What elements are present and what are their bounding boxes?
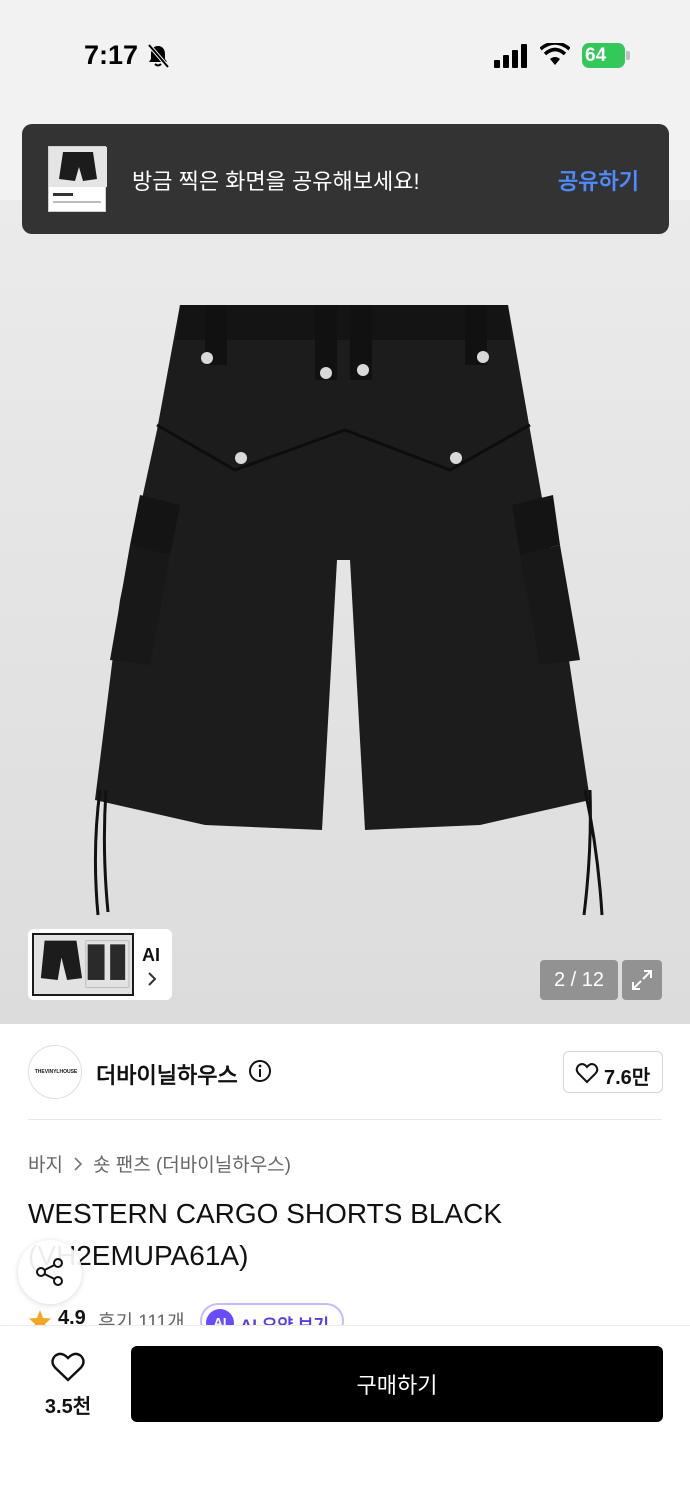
screenshot-share-toast: 방금 찍은 화면을 공유해보세요! 공유하기 [22,124,669,234]
chevron-right-icon [148,972,157,986]
breadcrumb-item-shorts[interactable]: 숏 팬츠 (더바이닐하우스) [93,1150,291,1177]
brand-name[interactable]: 더바이닐하우스 [96,1058,238,1090]
thumb-ai-label: AI [142,945,160,965]
brand-logo-text: THEVINYLHOUSE [34,1069,78,1075]
chevron-right-icon [74,1156,83,1171]
info-icon[interactable] [248,1059,272,1083]
brand-like-button[interactable]: 7.6만 [563,1051,663,1093]
breadcrumb-item-pants[interactable]: 바지 [28,1150,63,1177]
battery-indicator: 64 [582,43,630,68]
battery-cap [626,51,630,60]
status-bar: 7:17 64 [0,0,690,110]
expand-icon [632,970,652,990]
brand-like-count: 7.6만 [604,1067,651,1089]
heart-icon [575,1063,599,1084]
gallery-page-counter: 2 / 12 [540,960,618,1000]
buy-button[interactable]: 구매하기 [131,1346,663,1422]
cellular-signal-icon [494,44,527,68]
share-button[interactable] [18,1240,82,1304]
wifi-icon [540,43,570,65]
breadcrumb: 바지 숏 팬츠 (더바이닐하우스) [28,1150,291,1177]
bell-muted-icon [147,43,170,69]
ai-thumbnail-strip[interactable]: AI [28,929,172,1000]
bottom-action-bar: 3.5천 구매하기 [0,1325,690,1500]
product-gallery[interactable] [0,110,690,1024]
product-image[interactable] [0,110,690,1024]
toast-screenshot-thumbnail[interactable] [48,146,107,212]
product-title: WESTERN CARGO SHORTS BLACK (VH2EMUPA61A) [28,1198,503,1271]
wish-count: 3.5천 [44,1396,92,1418]
status-time: 7:17 [84,40,139,70]
brand-logo[interactable]: THEVINYLHOUSE [28,1045,82,1099]
toast-message: 방금 찍은 화면을 공유해보세요! [132,169,420,194]
heart-icon[interactable] [50,1351,86,1383]
gallery-thumbnail[interactable] [32,933,134,996]
divider [28,1119,662,1120]
expand-gallery-button[interactable] [622,960,662,1000]
share-icon [36,1258,63,1286]
battery-level: 64 [585,45,607,66]
share-action-button[interactable]: 공유하기 [558,164,639,196]
